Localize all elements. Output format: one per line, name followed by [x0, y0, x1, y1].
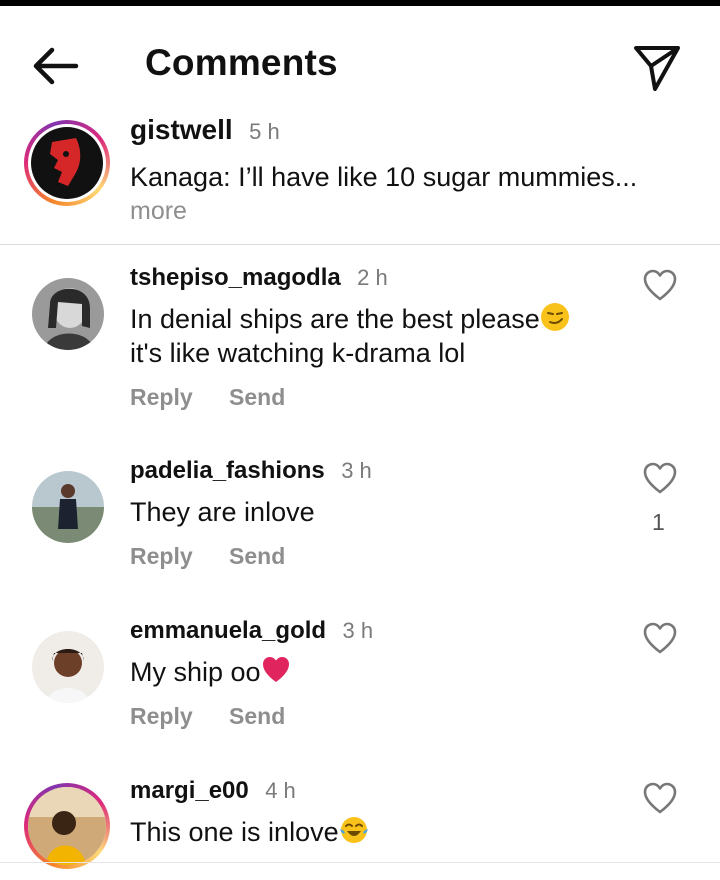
comment-time: 4 h	[265, 778, 296, 803]
avatar[interactable]	[32, 278, 104, 350]
user-photo-icon	[32, 278, 104, 350]
red-heart-emoji-icon	[262, 657, 289, 682]
comment-text: In denial ships are the best please it's…	[130, 302, 610, 370]
like-count[interactable]: 1	[652, 509, 665, 536]
caption-avatar[interactable]	[24, 120, 110, 206]
comment-actions: Reply Send	[130, 543, 610, 570]
avatar[interactable]	[32, 471, 104, 543]
user-photo-icon	[28, 787, 106, 865]
reply-button[interactable]: Reply	[130, 543, 193, 569]
smirk-emoji-icon	[540, 303, 569, 331]
heart-icon[interactable]	[642, 781, 678, 817]
paper-plane-icon	[634, 46, 680, 91]
bottom-divider	[0, 862, 720, 863]
comment-time: 2 h	[357, 265, 388, 290]
comment-username[interactable]: emmanuela_gold	[130, 617, 326, 644]
user-photo-icon	[32, 471, 104, 543]
comment-username[interactable]: margi_e00	[130, 777, 249, 804]
comment-item: emmanuela_gold 3 h My ship oo Reply Send	[0, 617, 720, 757]
more-link[interactable]: more	[130, 194, 690, 228]
send-button[interactable]: Send	[229, 703, 285, 729]
back-arrow-icon	[33, 47, 79, 85]
caption-time: 5 h	[249, 119, 280, 144]
send-button[interactable]: Send	[229, 384, 285, 410]
heart-icon[interactable]	[642, 268, 678, 304]
tears-of-joy-emoji-icon	[339, 817, 368, 843]
comments-header: Comments	[0, 6, 720, 106]
comment-time: 3 h	[342, 618, 374, 643]
heart-icon[interactable]	[642, 621, 678, 657]
caption-username[interactable]: gistwell	[130, 114, 233, 145]
avatar[interactable]	[32, 631, 104, 703]
back-button[interactable]	[26, 36, 86, 96]
caption-text: Kanaga: I’ll have like 10 sugar mummies.…	[130, 162, 638, 192]
gistwell-logo-icon	[31, 127, 103, 199]
comment-actions: Reply Send	[130, 384, 610, 411]
comment-text: This one is inlove	[130, 815, 610, 849]
comment-username[interactable]: padelia_fashions	[130, 457, 325, 484]
user-photo-icon	[32, 631, 104, 703]
share-button[interactable]	[628, 36, 688, 96]
comment-text: They are inlove	[130, 497, 315, 527]
comment-actions: Reply Send	[130, 703, 610, 730]
heart-icon[interactable]	[642, 461, 678, 497]
comment-item: margi_e00 4 h This one is inlove	[0, 777, 720, 880]
comment-item: tshepiso_magodla 2 h In denial ships are…	[0, 264, 720, 434]
comment-item: padelia_fashions 3 h They are inlove Rep…	[0, 457, 720, 597]
send-button[interactable]: Send	[229, 543, 285, 569]
comment-time: 3 h	[341, 458, 372, 483]
reply-button[interactable]: Reply	[130, 384, 193, 410]
comment-text: My ship oo	[130, 655, 610, 689]
avatar[interactable]	[24, 783, 110, 869]
post-caption: gistwell 5 h Kanaga: I’ll have like 10 s…	[0, 110, 720, 245]
page-title: Comments	[145, 42, 338, 83]
comment-username[interactable]: tshepiso_magodla	[130, 264, 341, 291]
reply-button[interactable]: Reply	[130, 703, 193, 729]
